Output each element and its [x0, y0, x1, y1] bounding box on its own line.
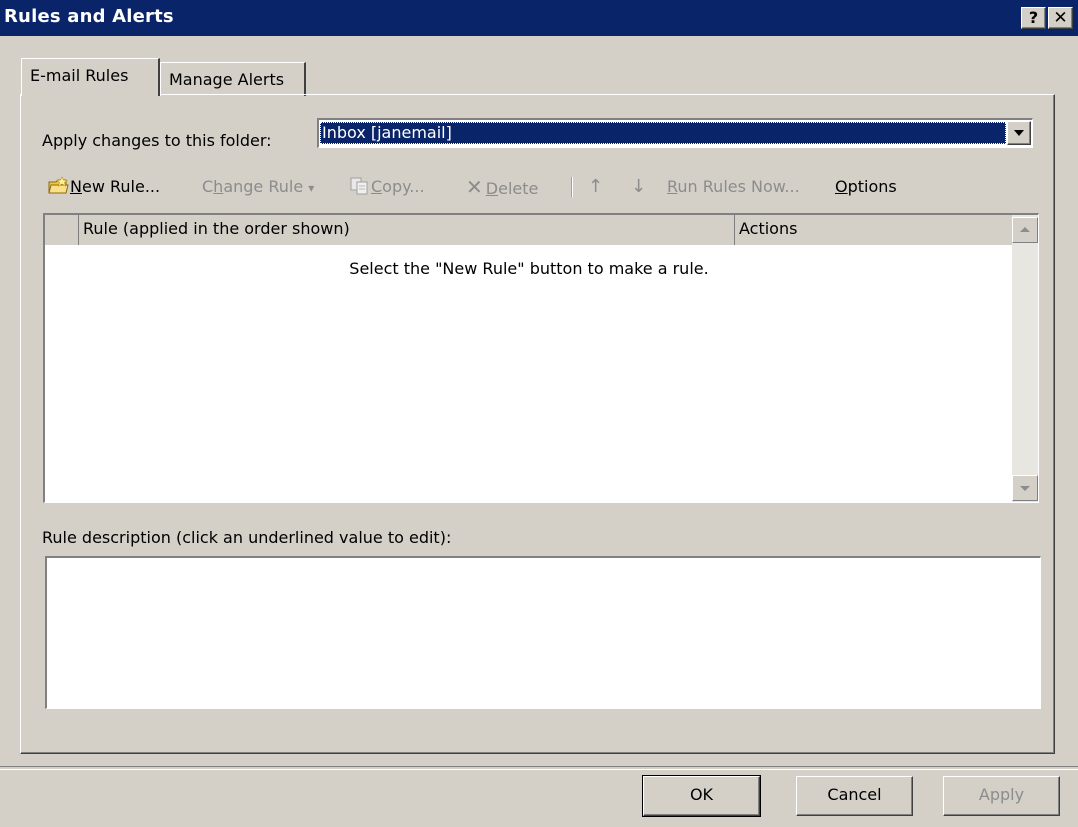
- delete-icon: ✕: [466, 175, 483, 199]
- options-button[interactable]: Options: [835, 174, 897, 200]
- change-rule-button[interactable]: Change Rule ▾: [202, 174, 314, 201]
- dialog-divider: [0, 766, 1078, 770]
- delete-button[interactable]: ✕ Delete: [466, 174, 538, 202]
- delete-text: elete: [498, 179, 539, 198]
- rule-description-box[interactable]: [45, 556, 1041, 709]
- arrow-up-icon: ↑: [588, 176, 604, 197]
- folder-select[interactable]: Inbox [janemail]: [317, 118, 1033, 148]
- folder-label: Apply changes to this folder:: [42, 131, 272, 150]
- change-rule-text: ange Rule: [223, 177, 304, 196]
- change-rule-text-pre: C: [202, 177, 214, 196]
- column-header-enabled[interactable]: [45, 215, 79, 245]
- new-rule-accel: N: [70, 177, 82, 196]
- copy-button[interactable]: Copy...: [349, 174, 425, 200]
- rules-list-header: Rule (applied in the order shown) Action…: [45, 215, 1012, 245]
- help-button[interactable]: ?: [1021, 7, 1046, 29]
- run-rules-now-button[interactable]: Run Rules Now...: [667, 174, 800, 200]
- cancel-button[interactable]: Cancel: [796, 776, 913, 816]
- scroll-up-button[interactable]: [1012, 217, 1038, 243]
- change-rule-dropdown-icon: ▾: [308, 181, 315, 195]
- run-rules-accel: R: [667, 177, 678, 196]
- rules-and-alerts-dialog: Rules and Alerts ? ✕ E-mail Rules Manage…: [0, 0, 1078, 827]
- tab-email-rules[interactable]: E-mail Rules: [21, 58, 160, 96]
- arrow-down-icon: ↓: [631, 176, 647, 197]
- window-title: Rules and Alerts: [4, 6, 174, 27]
- title-bar: Rules and Alerts ? ✕: [0, 0, 1078, 36]
- column-header-actions[interactable]: Actions: [735, 215, 1013, 245]
- options-accel: O: [835, 177, 848, 196]
- run-rules-text: un Rules Now...: [677, 177, 800, 196]
- delete-accel: D: [485, 179, 499, 198]
- rule-description-label: Rule description (click an underlined va…: [42, 528, 452, 547]
- copy-accel: C: [371, 177, 383, 196]
- new-rule-text: ew Rule...: [81, 177, 161, 196]
- scroll-up-icon: [1020, 227, 1030, 232]
- apply-button[interactable]: Apply: [943, 776, 1060, 816]
- scroll-down-icon: [1020, 486, 1030, 491]
- copy-text: opy...: [382, 177, 425, 196]
- move-up-button[interactable]: ↑: [588, 174, 603, 200]
- rules-list[interactable]: Rule (applied in the order shown) Action…: [43, 213, 1039, 503]
- rules-list-empty-message: Select the "New Rule" button to make a r…: [349, 259, 709, 278]
- chevron-down-icon: [1014, 130, 1024, 136]
- column-header-rule[interactable]: Rule (applied in the order shown): [79, 215, 735, 245]
- close-button[interactable]: ✕: [1048, 7, 1073, 29]
- toolbar-separator: [571, 177, 573, 197]
- tab-manage-alerts[interactable]: Manage Alerts: [160, 62, 306, 96]
- copy-icon: [350, 177, 368, 195]
- move-down-button[interactable]: ↓: [631, 174, 646, 200]
- new-rule-icon: [48, 176, 69, 194]
- options-text: ptions: [847, 177, 897, 196]
- rules-list-scrollbar[interactable]: [1012, 215, 1038, 502]
- change-rule-accel: h: [213, 177, 224, 196]
- folder-dropdown-button[interactable]: [1007, 121, 1031, 145]
- folder-selected-value: Inbox [janemail]: [320, 122, 1006, 144]
- ok-button[interactable]: OK: [642, 775, 761, 817]
- scroll-down-button[interactable]: [1012, 475, 1038, 501]
- new-rule-button[interactable]: New Rule...: [48, 174, 160, 200]
